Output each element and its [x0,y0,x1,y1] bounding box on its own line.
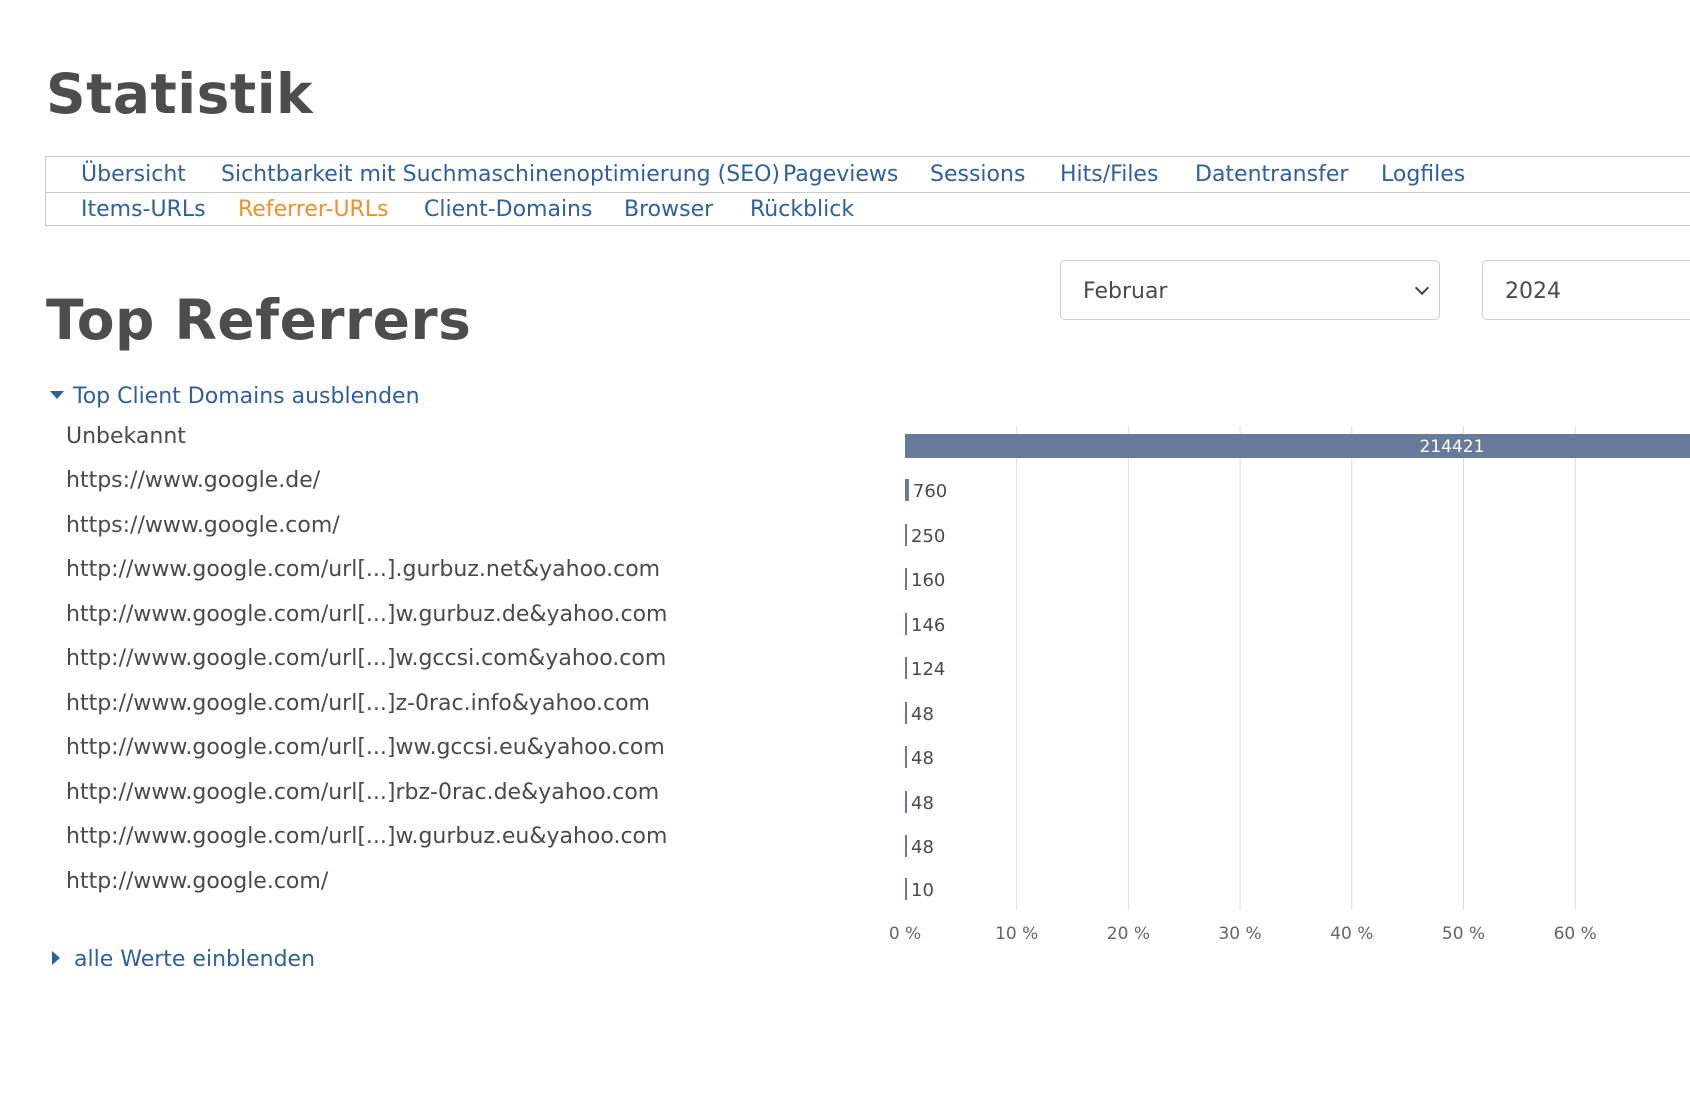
bar-value-label: 146 [911,615,945,636]
tab-seo-visibility[interactable]: Sichtbarkeit mit Suchmaschinenoptimierun… [221,162,780,187]
referrer-label: https://www.google.com/ [66,513,340,538]
referrer-label: http://www.google.com/url[...]w.gccsi.co… [66,646,667,671]
bar-value-label: 48 [911,748,934,769]
x-tick-label: 20 % [1107,924,1150,944]
tab-overview[interactable]: Übersicht [81,162,186,187]
bar-value-label: 124 [911,659,945,680]
tab-logfiles[interactable]: Logfiles [1381,162,1465,187]
referrer-label: Unbekannt [66,424,186,449]
year-select-value: 2024 [1505,279,1561,304]
bar-value-label: 48 [911,837,934,858]
hide-top-client-domains-toggle[interactable]: Top Client Domains ausblenden [50,384,420,409]
tab-review[interactable]: Rückblick [750,197,854,222]
tab-sessions[interactable]: Sessions [930,162,1025,187]
x-tick-label: 60 % [1554,924,1597,944]
caret-right-icon [52,951,60,965]
referrer-label: http://www.google.com/ [66,869,329,894]
bar [905,791,907,813]
month-select[interactable]: Februar [1060,260,1440,320]
referrer-label: http://www.google.com/url[...]w.gurbuz.d… [66,602,668,627]
x-tick-label: 10 % [995,924,1038,944]
bar [905,434,1690,458]
bar-value-label: 160 [911,570,945,591]
toggle-label: alle Werte einblenden [74,947,316,972]
tab-referrer-urls[interactable]: Referrer-URLs [238,197,389,222]
tab-data-transfer[interactable]: Datentransfer [1195,162,1348,187]
chevron-down-icon [1414,280,1430,296]
nav-row-2: Items-URLs Referrer-URLs Client-Domains … [46,192,1690,227]
tab-hits-files[interactable]: Hits/Files [1060,162,1158,187]
bar [905,657,907,679]
referrer-label: https://www.google.de/ [66,468,321,493]
bar [905,568,907,590]
bar-value-label: 760 [913,481,947,502]
x-tick-label: 0 % [889,924,921,944]
year-select[interactable]: 2024 [1482,260,1690,320]
bar-value-label: 48 [911,793,934,814]
tab-items-urls[interactable]: Items-URLs [81,197,206,222]
bar [905,746,907,768]
bar-value-label: 10 [911,880,934,901]
x-tick-label: 50 % [1442,924,1485,944]
bar [905,835,907,857]
referrer-label: http://www.google.com/url[...]z-0rac.inf… [66,691,650,716]
tab-pageviews[interactable]: Pageviews [783,162,898,187]
referrer-label: http://www.google.com/url[...]rbz-0rac.d… [66,780,660,805]
bar [905,524,907,546]
referrer-label: http://www.google.com/url[...].gurbuz.ne… [66,557,661,582]
bar-value-label: 48 [911,704,934,725]
caret-down-icon [50,391,64,399]
statistics-nav: Übersicht Sichtbarkeit mit Suchmaschinen… [45,156,1690,226]
x-tick-label: 40 % [1330,924,1373,944]
month-select-value: Februar [1083,279,1168,304]
bar-value-label: 214421 [1420,437,1485,457]
x-tick-label: 30 % [1218,924,1261,944]
nav-row-1: Übersicht Sichtbarkeit mit Suchmaschinen… [46,157,1690,193]
tab-browser[interactable]: Browser [624,197,713,222]
bar [905,613,907,635]
bar [905,702,907,724]
show-all-values-toggle[interactable]: alle Werte einblenden [50,947,315,972]
section-title: Top Referrers [46,288,472,352]
bar [905,479,909,501]
referrer-label: http://www.google.com/url[...]ww.gccsi.e… [66,735,665,760]
toggle-label: Top Client Domains ausblenden [73,384,420,409]
referrer-label: http://www.google.com/url[...]w.gurbuz.e… [66,824,668,849]
bar-value-label: 250 [911,526,945,547]
page-title: Statistik [46,62,314,126]
bar [905,878,907,900]
tab-client-domains[interactable]: Client-Domains [424,197,592,222]
